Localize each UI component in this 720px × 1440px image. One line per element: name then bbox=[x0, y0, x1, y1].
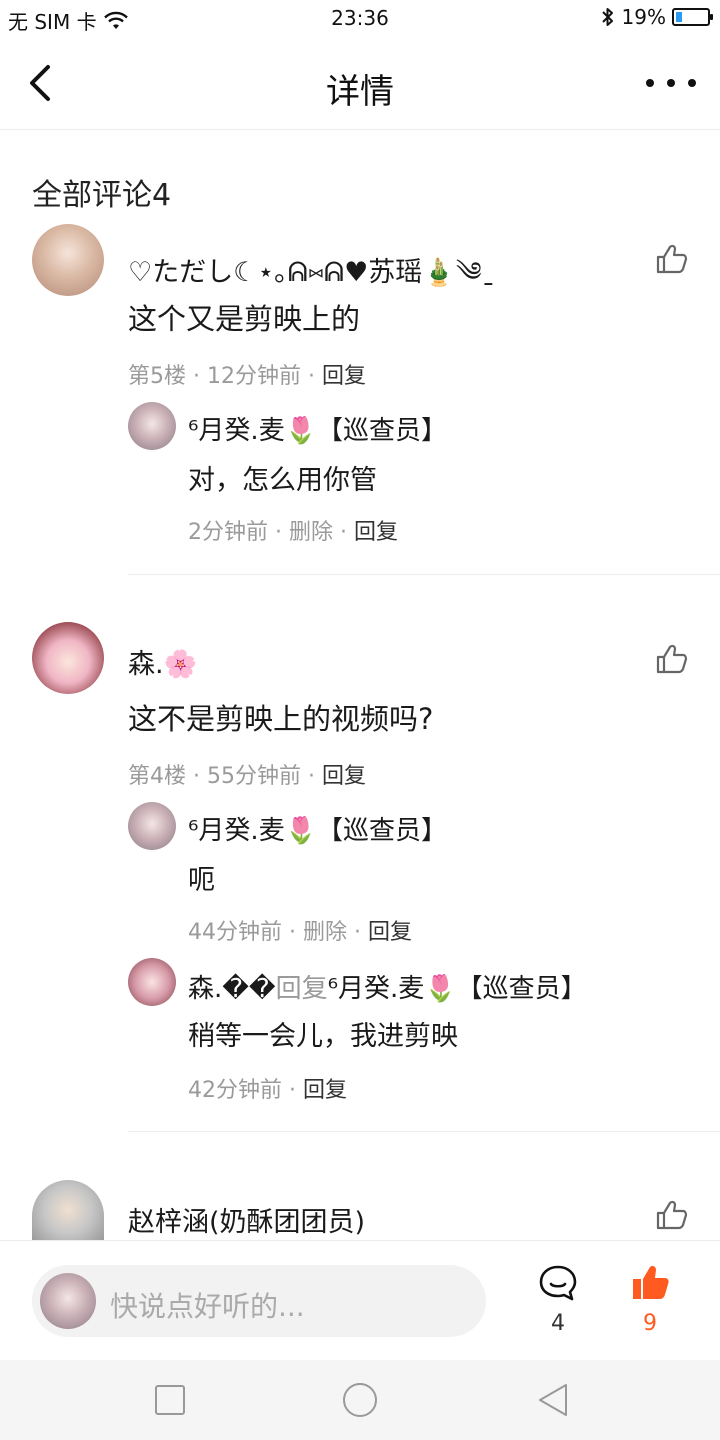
reply-text: 对，怎么用你管 bbox=[188, 465, 377, 496]
status-bar: 无 SIM 卡 23:36 19% bbox=[0, 0, 720, 38]
delete-button[interactable]: 删除 bbox=[303, 920, 347, 945]
thumbs-up-icon[interactable] bbox=[654, 1198, 688, 1232]
divider bbox=[128, 1131, 720, 1132]
comment-input-placeholder: 快说点好听的... bbox=[110, 1290, 305, 1323]
back-button[interactable] bbox=[18, 58, 68, 108]
reply-button[interactable]: 回复 bbox=[322, 364, 366, 389]
comment-author[interactable]: 赵梓涵(奶酥团团员) bbox=[128, 1200, 365, 1239]
reply-to-label: 回复 bbox=[275, 974, 328, 1004]
thumbs-up-icon[interactable] bbox=[654, 242, 688, 276]
comment-input[interactable]: 快说点好听的... bbox=[32, 1265, 486, 1337]
bluetooth-icon bbox=[601, 8, 613, 26]
recent-apps-icon[interactable] bbox=[152, 1382, 188, 1418]
avatar[interactable] bbox=[32, 622, 104, 694]
divider bbox=[128, 574, 720, 575]
status-right: 19% bbox=[600, 5, 713, 29]
comment-text: 这个又是剪映上的 bbox=[128, 302, 361, 336]
avatar[interactable] bbox=[32, 224, 104, 296]
reply-author[interactable]: ⁶月癸.麦🌷【巡查员】 bbox=[188, 810, 447, 847]
battery-icon bbox=[672, 8, 713, 26]
home-icon[interactable] bbox=[342, 1382, 378, 1418]
comment-text: 这不是剪映上的视频吗? bbox=[128, 702, 434, 736]
comment-meta: 第5楼 · 12分钟前 · 回复 bbox=[128, 364, 366, 389]
comments-section-title: 全部评论4 bbox=[32, 178, 172, 213]
reply-text: 呃 bbox=[188, 865, 215, 896]
page-title: 详情 bbox=[326, 72, 394, 112]
battery-fill bbox=[676, 12, 682, 22]
comment-author[interactable]: 森.🌸 bbox=[128, 642, 197, 681]
reply-meta: 42分钟前 · 回复 bbox=[188, 1078, 347, 1103]
bottom-action-bar: 快说点好听的... 4 9 bbox=[0, 1240, 720, 1360]
header-bar: 详情 bbox=[0, 38, 720, 130]
reply-time: 44分钟前 bbox=[188, 920, 282, 945]
reply-button[interactable]: 回复 bbox=[322, 764, 366, 789]
comments-button[interactable]: 4 bbox=[534, 1263, 582, 1343]
reply-author-line: 森.��回复⁶月癸.麦🌷【巡查员】 bbox=[188, 968, 587, 1005]
reply-button[interactable]: 回复 bbox=[303, 1078, 347, 1103]
reply-text: 稍等一会儿，我进剪映 bbox=[188, 1021, 458, 1052]
comment-time: 12分钟前 bbox=[206, 364, 301, 389]
reply-meta: 44分钟前 · 删除 · 回复 bbox=[188, 920, 412, 945]
current-user-avatar bbox=[40, 1273, 96, 1329]
comment-time: 55分钟前 bbox=[206, 764, 301, 789]
reply-meta: 2分钟前 · 删除 · 回复 bbox=[188, 520, 398, 545]
delete-button[interactable]: 删除 bbox=[289, 520, 333, 545]
comment-meta: 第4楼 · 55分钟前 · 回复 bbox=[128, 764, 366, 789]
reply-author[interactable]: 森.�� bbox=[188, 974, 276, 1004]
like-count: 9 bbox=[643, 1311, 657, 1336]
system-nav-bar bbox=[0, 1360, 720, 1440]
comment-floor: 第5楼 bbox=[128, 364, 186, 389]
reply-button[interactable]: 回复 bbox=[354, 520, 398, 545]
reply-time: 42分钟前 bbox=[188, 1078, 282, 1103]
reply-target[interactable]: ⁶月癸.麦🌷【巡查员】 bbox=[328, 974, 587, 1004]
back-nav-icon[interactable] bbox=[536, 1382, 572, 1418]
comment-count: 4 bbox=[551, 1311, 565, 1336]
thumbs-up-icon[interactable] bbox=[654, 642, 688, 676]
comment-bubble-icon bbox=[539, 1265, 577, 1301]
reply-author[interactable]: ⁶月癸.麦🌷【巡查员】 bbox=[188, 410, 447, 447]
more-dot-icon bbox=[667, 79, 675, 87]
battery-percent: 19% bbox=[621, 5, 666, 29]
avatar[interactable] bbox=[32, 1180, 104, 1240]
more-dot-icon bbox=[646, 79, 654, 87]
thumbs-up-filled-icon bbox=[633, 1266, 669, 1299]
chevron-left-icon bbox=[30, 65, 50, 101]
like-button[interactable]: 9 bbox=[626, 1263, 674, 1343]
reply-button[interactable]: 回复 bbox=[368, 920, 412, 945]
reply-avatar[interactable] bbox=[128, 802, 176, 850]
reply-time: 2分钟前 bbox=[188, 520, 268, 545]
comment-floor: 第4楼 bbox=[128, 764, 186, 789]
reply-avatar[interactable] bbox=[128, 958, 176, 1006]
reply-avatar[interactable] bbox=[128, 402, 176, 450]
more-button[interactable] bbox=[646, 68, 696, 98]
more-dot-icon bbox=[688, 79, 696, 87]
